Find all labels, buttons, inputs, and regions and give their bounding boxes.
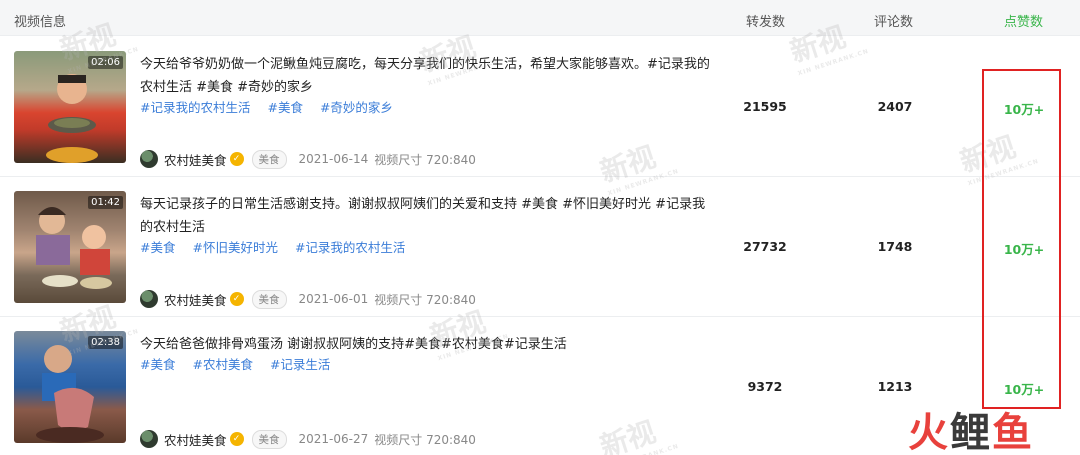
tag-list: #美食 #农村美食 #记录生活 bbox=[140, 354, 343, 373]
verified-icon: ✓ bbox=[229, 152, 244, 166]
highlight-box bbox=[982, 69, 1061, 409]
comment-count: 1213 bbox=[877, 379, 913, 394]
video-thumbnail[interactable]: 02:38 bbox=[14, 331, 126, 443]
tag-list: #美食 #怀旧美好时光 #记录我的农村生活 bbox=[140, 237, 418, 256]
header-likes[interactable]: 点赞数 bbox=[1004, 11, 1043, 30]
category-badge: 美食 bbox=[251, 289, 287, 309]
publish-date: 2021-06-27 bbox=[298, 432, 369, 446]
header-shares[interactable]: 转发数 bbox=[746, 11, 785, 30]
tag-link[interactable]: #记录我的农村生活 bbox=[295, 240, 405, 255]
video-duration: 02:06 bbox=[88, 56, 123, 69]
video-thumbnail[interactable]: 01:42 bbox=[14, 191, 126, 303]
avatar[interactable] bbox=[140, 150, 158, 168]
publish-date: 2021-06-14 bbox=[298, 152, 369, 166]
share-count: 9372 bbox=[747, 379, 783, 394]
author-name[interactable]: 农村娃美食 bbox=[164, 290, 227, 309]
table-row[interactable]: 02:06 今天给爷爷奶奶做一个泥鳅鱼炖豆腐吃，每天分享我们的快乐生活，希望大家… bbox=[0, 37, 1080, 177]
tag-link[interactable]: #记录我的农村生活 bbox=[140, 100, 250, 115]
verified-icon: ✓ bbox=[229, 432, 244, 446]
brand-logo: 火鲤鱼 bbox=[908, 410, 1034, 455]
publish-date: 2021-06-01 bbox=[298, 292, 369, 306]
header-video-info: 视频信息 bbox=[14, 15, 67, 30]
video-meta: 农村娃美食 ✓ 美食 2021-06-01 视频尺寸 720:840 bbox=[140, 289, 476, 309]
video-thumbnail[interactable]: 02:06 bbox=[14, 51, 126, 163]
category-badge: 美食 bbox=[251, 149, 287, 169]
video-title[interactable]: 今天给爸爸做排骨鸡蛋汤 谢谢叔叔阿姨的支持#美食#农村美食#记录生活 bbox=[140, 333, 710, 356]
author-name[interactable]: 农村娃美食 bbox=[164, 430, 227, 449]
tag-link[interactable]: #奇妙的家乡 bbox=[320, 100, 393, 115]
avatar[interactable] bbox=[140, 290, 158, 308]
tag-list: #记录我的农村生活 #美食 #奇妙的家乡 bbox=[140, 97, 406, 116]
video-duration: 02:38 bbox=[88, 336, 123, 349]
video-size: 视频尺寸 720:840 bbox=[374, 432, 476, 447]
video-title[interactable]: 今天给爷爷奶奶做一个泥鳅鱼炖豆腐吃，每天分享我们的快乐生活，希望大家能够喜欢。#… bbox=[140, 53, 710, 99]
video-duration: 01:42 bbox=[88, 196, 123, 209]
author-name[interactable]: 农村娃美食 bbox=[164, 150, 227, 169]
avatar[interactable] bbox=[140, 430, 158, 448]
share-count: 27732 bbox=[743, 239, 787, 254]
tag-link[interactable]: #美食 bbox=[267, 100, 302, 115]
video-size: 视频尺寸 720:840 bbox=[374, 292, 476, 307]
share-count: 21595 bbox=[743, 99, 787, 114]
video-meta: 农村娃美食 ✓ 美食 2021-06-14 视频尺寸 720:840 bbox=[140, 149, 476, 169]
comment-count: 1748 bbox=[877, 239, 913, 254]
video-size: 视频尺寸 720:840 bbox=[374, 152, 476, 167]
table-header: 视频信息 转发数 评论数 点赞数 bbox=[0, 0, 1080, 36]
tag-link[interactable]: #美食 bbox=[140, 357, 175, 372]
verified-icon: ✓ bbox=[229, 292, 244, 306]
tag-link[interactable]: #农村美食 bbox=[192, 357, 252, 372]
category-badge: 美食 bbox=[251, 429, 287, 449]
video-title[interactable]: 每天记录孩子的日常生活感谢支持。谢谢叔叔阿姨们的关爱和支持 #美食 #怀旧美好时… bbox=[140, 193, 710, 239]
table-row[interactable]: 01:42 每天记录孩子的日常生活感谢支持。谢谢叔叔阿姨们的关爱和支持 #美食 … bbox=[0, 177, 1080, 317]
tag-link[interactable]: #美食 bbox=[140, 240, 175, 255]
comment-count: 2407 bbox=[877, 99, 913, 114]
video-meta: 农村娃美食 ✓ 美食 2021-06-27 视频尺寸 720:840 bbox=[140, 429, 476, 449]
header-comments[interactable]: 评论数 bbox=[874, 11, 913, 30]
tag-link[interactable]: #怀旧美好时光 bbox=[192, 240, 277, 255]
tag-link[interactable]: #记录生活 bbox=[270, 357, 330, 372]
